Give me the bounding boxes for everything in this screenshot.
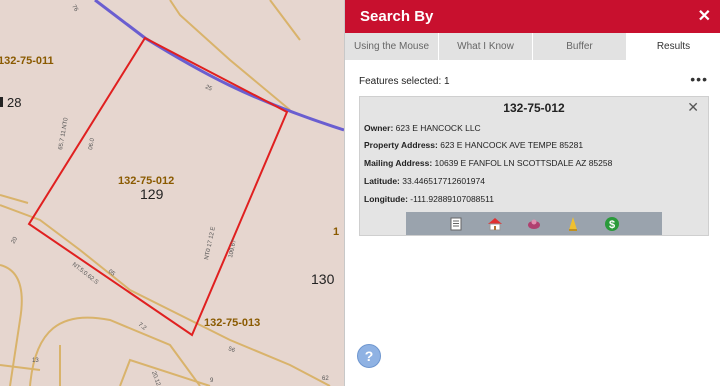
field-value: 33.4465177126019​74 — [402, 176, 485, 186]
parcel-id-label: 132-75-013 — [204, 317, 260, 329]
property-address-field: Property Address: 623 E HANCOCK AVE TEMP… — [364, 140, 583, 150]
latitude-field: Latitude: 33.4465177126019​74 — [364, 176, 485, 186]
road-boundary — [94, 0, 344, 132]
panel-title: Search By — [360, 8, 434, 25]
zoom-icon[interactable] — [563, 215, 583, 233]
mailing-address-field: Mailing Address: 10639 E FANFOL LN SCOTT… — [364, 158, 612, 168]
dimension-label: 20.12 — [150, 371, 161, 386]
map-canvas[interactable]: 65.7 11.NT0 06.0 NT0 17 12 E 109.67 25 N… — [0, 0, 344, 386]
lot-number-label: 28 — [7, 95, 21, 110]
parcel-id-label-partial: 1 — [333, 226, 339, 238]
close-panel-button[interactable]: ✕ — [698, 6, 711, 26]
result-title: 132-75-012 — [503, 101, 565, 115]
dimension-label: 9 — [210, 378, 214, 384]
field-value: -111.92889107088511 — [410, 194, 494, 204]
document-icon[interactable] — [446, 215, 466, 233]
search-tabs: Using the Mouse What I Know Buffer Resul… — [345, 33, 720, 60]
dimension-label: 56 — [227, 346, 236, 354]
dollar-icon[interactable]: $ — [602, 215, 622, 233]
dimension-label: 65.7 11.NT0 — [58, 117, 70, 151]
dimension-label: NT.5:0.62.S — [71, 262, 99, 286]
tab-results[interactable]: Results — [627, 33, 720, 60]
field-label: Latitude: — [364, 176, 400, 186]
dimension-label: 20 — [11, 236, 20, 245]
tab-using-the-mouse[interactable]: Using the Mouse — [345, 33, 439, 60]
tab-buffer[interactable]: Buffer — [533, 33, 627, 60]
dimension-label: 7.2 — [137, 322, 148, 332]
dimension-label: 76 — [70, 4, 79, 13]
svg-text:$: $ — [609, 219, 615, 231]
panel-header: Search By ✕ — [345, 0, 720, 33]
map-view[interactable]: 65.7 11.NT0 06.0 NT0 17 12 E 109.67 25 N… — [0, 0, 344, 386]
field-label: Mailing Address: — [364, 158, 433, 168]
field-value: 10639 E FANFOL LN SCOTTSDALE AZ 85258 — [434, 158, 613, 168]
owner-field: Owner: 623 E HANCOCK LLC — [364, 123, 481, 133]
parcel-id-label: 132-75-011 — [0, 55, 54, 67]
result-action-bar: $ — [406, 212, 662, 235]
field-value: 623 E HANCOCK LLC — [395, 123, 481, 133]
field-label: Property Address: — [364, 140, 438, 150]
tab-what-i-know[interactable]: What I Know — [439, 33, 533, 60]
parcel-labels: 132-75-011 28 132-75-012 129 132-75-013 … — [0, 55, 339, 329]
field-label: Longitude: — [364, 194, 408, 204]
lot-marker — [0, 97, 3, 107]
dimension-label: 62 — [322, 376, 329, 382]
dimension-label: 06.0 — [88, 137, 96, 150]
longitude-field: Longitude: -111.92889107088511 — [364, 194, 494, 204]
more-options-button[interactable]: ••• — [690, 71, 708, 87]
lot-number-label: 129 — [140, 186, 164, 202]
result-card: 132-75-012 ✕ Owner: 623 E HANCOCK LLC Pr… — [359, 96, 709, 236]
close-result-button[interactable]: ✕ — [687, 99, 699, 116]
field-label: Owner: — [364, 123, 394, 133]
lot-number-label: 130 — [311, 271, 335, 287]
dimension-label: 109.67 — [228, 239, 238, 259]
map-pin-icon[interactable] — [524, 215, 544, 233]
features-selected-count: Features selected: 1 — [359, 76, 450, 87]
home-icon[interactable] — [485, 215, 505, 233]
dimension-label: 25 — [204, 84, 213, 93]
dimension-label: 13 — [32, 358, 39, 364]
dimension-label: NT0 17 12 E — [204, 226, 217, 260]
help-button[interactable]: ? — [357, 344, 381, 368]
search-panel: Search By ✕ Using the Mouse What I Know … — [344, 0, 720, 386]
dimension-labels: 65.7 11.NT0 06.0 NT0 17 12 E 109.67 25 N… — [11, 4, 330, 386]
field-value: 623 E HANCOCK AVE TEMPE 85281 — [440, 140, 584, 150]
